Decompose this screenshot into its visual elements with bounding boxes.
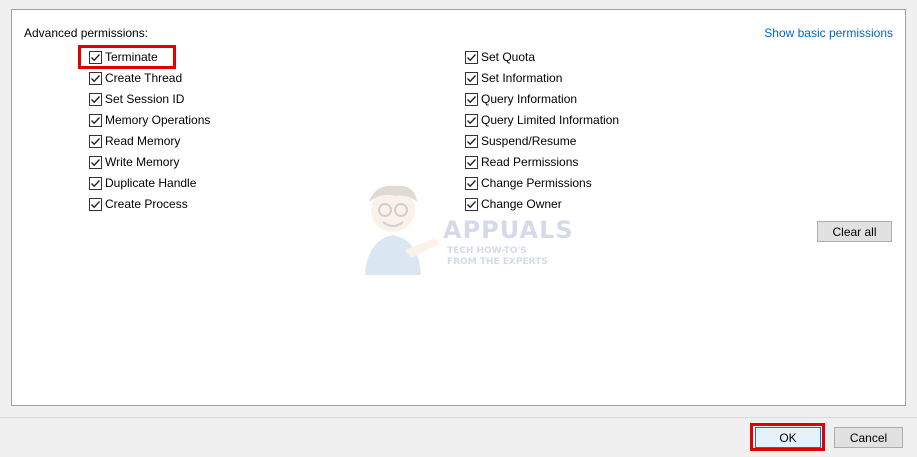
checkbox-create-process[interactable] (89, 197, 102, 211)
permissions-panel: Advanced permissions: Show basic permiss… (11, 9, 906, 406)
checkbox-query-information[interactable] (465, 92, 478, 106)
permission-label: Duplicate Handle (105, 176, 197, 190)
permission-label: Query Information (481, 92, 578, 106)
show-basic-permissions-link[interactable]: Show basic permissions (764, 26, 893, 40)
checkbox-set-information[interactable] (465, 71, 478, 85)
checkmark-icon (91, 74, 101, 82)
permission-set-quota[interactable]: Set Quota (465, 48, 535, 66)
checkmark-icon (467, 95, 477, 103)
checkbox-change-permissions[interactable] (465, 176, 478, 190)
permission-change-permissions[interactable]: Change Permissions (465, 174, 592, 192)
checkmark-icon (91, 116, 101, 124)
checkbox-duplicate-handle[interactable] (89, 176, 102, 190)
checkbox-read-permissions[interactable] (465, 155, 478, 169)
permission-label: Memory Operations (105, 113, 211, 127)
checkmark-icon (467, 179, 477, 187)
checkmark-icon (91, 95, 101, 103)
checkbox-memory-operations[interactable] (89, 113, 102, 127)
permission-label: Create Process (105, 197, 188, 211)
permission-label: Terminate (105, 50, 158, 64)
permission-label: Set Information (481, 71, 563, 85)
permission-terminate[interactable]: Terminate (89, 48, 158, 66)
footer-divider (0, 417, 917, 418)
checkbox-change-owner[interactable] (465, 197, 478, 211)
permission-create-thread[interactable]: Create Thread (89, 69, 182, 87)
checkbox-query-limited-information[interactable] (465, 113, 478, 127)
permission-label: Set Quota (481, 50, 536, 64)
permission-label: Change Permissions (481, 176, 592, 190)
checkbox-suspend-resume[interactable] (465, 134, 478, 148)
permission-label: Read Memory (105, 134, 181, 148)
permission-duplicate-handle[interactable]: Duplicate Handle (89, 174, 196, 192)
checkmark-icon (91, 200, 101, 208)
checkbox-read-memory[interactable] (89, 134, 102, 148)
permission-label: Create Thread (105, 71, 183, 85)
checkmark-icon (467, 137, 477, 145)
checkbox-write-memory[interactable] (89, 155, 102, 169)
permission-label: Write Memory (105, 155, 180, 169)
permission-label: Change Owner (481, 197, 562, 211)
permission-memory-operations[interactable]: Memory Operations (89, 111, 210, 129)
permission-label: Suspend/Resume (481, 134, 577, 148)
permission-set-information[interactable]: Set Information (465, 69, 562, 87)
permission-query-limited-information[interactable]: Query Limited Information (465, 111, 619, 129)
permission-label: Read Permissions (481, 155, 579, 169)
checkmark-icon (91, 158, 101, 166)
clear-all-button[interactable]: Clear all (817, 221, 892, 242)
permission-query-information[interactable]: Query Information (465, 90, 577, 108)
checkbox-set-quota[interactable] (465, 50, 478, 64)
permission-set-session-id[interactable]: Set Session ID (89, 90, 184, 108)
advanced-permissions-title: Advanced permissions: (24, 26, 149, 40)
checkmark-icon (91, 137, 101, 145)
permission-change-owner[interactable]: Change Owner (465, 195, 562, 213)
checkmark-icon (467, 74, 477, 82)
permission-read-permissions[interactable]: Read Permissions (465, 153, 578, 171)
checkmark-icon (467, 200, 477, 208)
permission-write-memory[interactable]: Write Memory (89, 153, 179, 171)
checkmark-icon (91, 179, 101, 187)
permission-create-process[interactable]: Create Process (89, 195, 188, 213)
cancel-button[interactable]: Cancel (834, 427, 903, 448)
checkmark-icon (467, 158, 477, 166)
checkmark-icon (91, 53, 101, 61)
permission-suspend-resume[interactable]: Suspend/Resume (465, 132, 576, 150)
checkbox-terminate[interactable] (89, 50, 102, 64)
checkmark-icon (467, 53, 477, 61)
ok-button[interactable]: OK (755, 427, 821, 448)
permission-label: Query Limited Information (481, 113, 620, 127)
permission-read-memory[interactable]: Read Memory (89, 132, 180, 150)
checkbox-create-thread[interactable] (89, 71, 102, 85)
permission-label: Set Session ID (105, 92, 185, 106)
checkbox-set-session-id[interactable] (89, 92, 102, 106)
checkmark-icon (467, 116, 477, 124)
